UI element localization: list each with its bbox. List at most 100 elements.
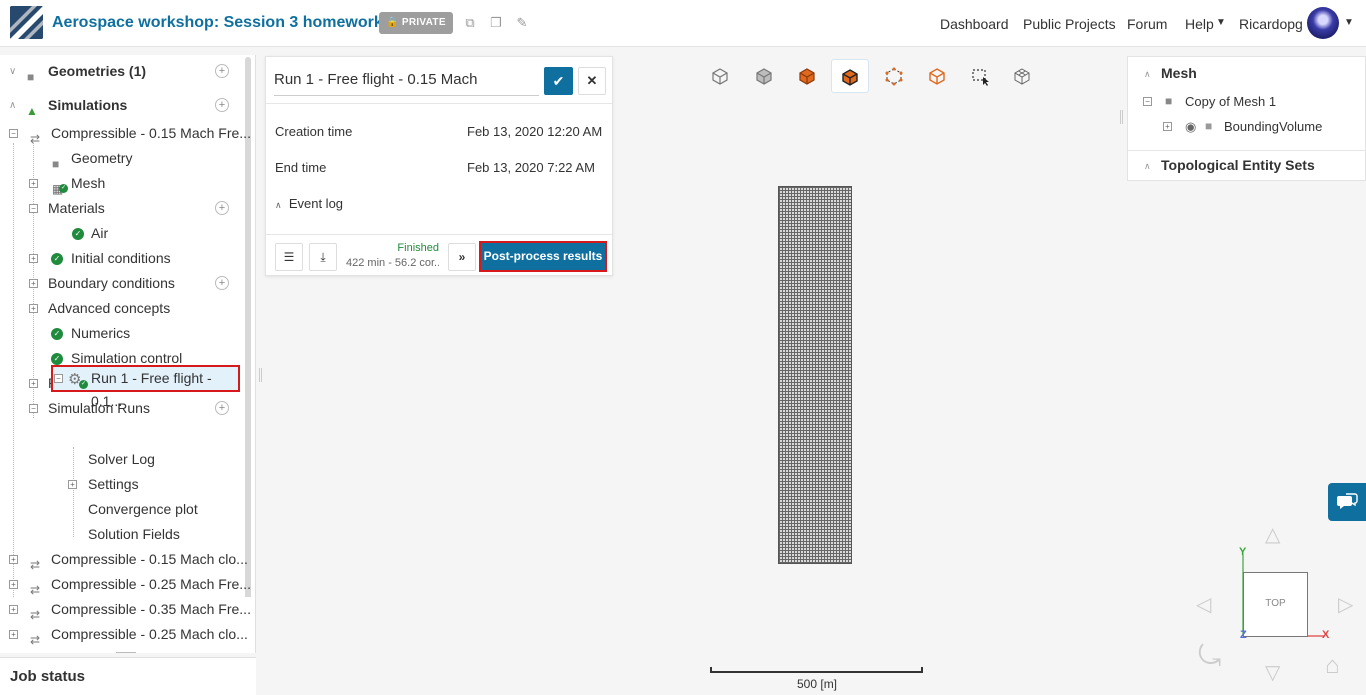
chevron-down-icon[interactable]: ▼ xyxy=(1344,17,1354,28)
tree-item-sim1[interactable]: − ⇄ Compressible - 0.15 Mach Fre... xyxy=(0,121,251,146)
panel-width-handle[interactable] xyxy=(259,368,262,382)
copy-icon[interactable]: ❐ xyxy=(488,15,504,31)
scene-item-bounding-volume[interactable]: BoundingVolume xyxy=(1224,119,1322,134)
points-render-icon[interactable] xyxy=(875,59,913,93)
collapse-icon[interactable]: − xyxy=(54,374,63,383)
job-status-title: Job status xyxy=(10,668,86,685)
tree-item-numerics[interactable]: ✓ Numerics xyxy=(0,321,238,346)
eye-icon[interactable]: ◉ xyxy=(1185,119,1196,135)
expand-icon[interactable]: + xyxy=(29,279,38,288)
tree-item-sim2[interactable]: + ⇄ Compressible - 0.15 Mach clo... xyxy=(0,547,248,572)
box-select-icon[interactable] xyxy=(961,59,999,93)
expand-icon[interactable]: + xyxy=(68,480,77,489)
rotate-left-arrow-icon[interactable]: ◁ xyxy=(1196,592,1211,617)
nav-help[interactable]: Help xyxy=(1185,16,1214,32)
tree-item-simulations[interactable]: ∧ ▲ Simulations + xyxy=(0,93,238,118)
rotate-up-arrow-icon[interactable]: △ xyxy=(1265,522,1280,547)
add-boundary-condition-button[interactable]: + xyxy=(215,276,229,290)
event-log-toggle[interactable]: ∧ Event log xyxy=(275,196,343,211)
scene-mesh-header[interactable]: Mesh xyxy=(1161,65,1197,81)
surface-edges-render-icon[interactable] xyxy=(831,59,869,93)
tree-item-sim5[interactable]: + ⇄ Compressible - 0.25 Mach clo... xyxy=(0,622,248,647)
add-simulation-button[interactable]: + xyxy=(215,98,229,112)
nav-forum[interactable]: Forum xyxy=(1127,16,1167,32)
scene-panel-resize-handle[interactable] xyxy=(1120,110,1123,124)
download-icon[interactable]: ⤓ xyxy=(309,243,337,271)
view-cube-solid-icon[interactable] xyxy=(745,59,783,93)
add-material-button[interactable]: + xyxy=(215,201,229,215)
tree-item-settings[interactable]: + Settings xyxy=(0,472,238,497)
divider xyxy=(266,234,612,235)
expand-icon[interactable]: + xyxy=(29,304,38,313)
chat-button[interactable] xyxy=(1328,483,1366,521)
close-button[interactable]: ✕ xyxy=(578,67,606,95)
tree-item-air[interactable]: ✓ Air xyxy=(0,221,238,246)
collapse-icon[interactable]: − xyxy=(9,129,18,138)
home-icon[interactable]: ⌂ xyxy=(1325,652,1340,680)
nav-dashboard[interactable]: Dashboard xyxy=(940,16,1009,32)
tree-label: Compressible - 0.35 Mach Fre... xyxy=(51,601,251,617)
tree-label: Run 1 - Free flight - 0.1... xyxy=(91,370,212,409)
tree-item-solver-log[interactable]: Solver Log xyxy=(0,447,238,472)
tree-item-mesh[interactable]: + ▦ ✓ Mesh xyxy=(0,171,238,196)
scene-topological-sets-header[interactable]: Topological Entity Sets xyxy=(1161,157,1315,173)
expand-icon[interactable]: + xyxy=(9,580,18,589)
expand-icon[interactable]: + xyxy=(9,630,18,639)
rotate-view-icon[interactable]: ⤿ xyxy=(1198,640,1221,673)
rotate-down-arrow-icon[interactable]: ▽ xyxy=(1265,660,1280,685)
nav-user[interactable]: Ricardopg xyxy=(1239,16,1303,32)
collapse-icon[interactable]: − xyxy=(1143,97,1152,106)
confirm-button[interactable]: ✔ xyxy=(544,67,573,95)
view-cube-wireframe-icon[interactable] xyxy=(701,59,739,93)
tree-item-initial-conditions[interactable]: + ✓ Initial conditions xyxy=(0,246,238,271)
tree-item-advanced-concepts[interactable]: + Advanced concepts xyxy=(0,296,238,321)
wireframe-render-icon[interactable] xyxy=(918,59,956,93)
chevron-right-icon[interactable]: ∨ xyxy=(9,59,16,84)
tree-item-geometry[interactable]: ■ Geometry xyxy=(0,146,238,171)
expand-icon[interactable]: + xyxy=(1163,122,1172,131)
expand-icon[interactable]: + xyxy=(29,379,38,388)
surface-render-icon[interactable] xyxy=(788,59,826,93)
scene-item-copy-of-mesh[interactable]: Copy of Mesh 1 xyxy=(1185,94,1276,109)
share-icon[interactable]: ⧉ xyxy=(462,15,478,31)
edit-icon[interactable]: ✎ xyxy=(514,15,530,31)
tree-item-run1[interactable]: − ⚙ ✓ Run 1 - Free flight - 0.1... xyxy=(51,365,240,409)
creation-time-value: Feb 13, 2020 12:20 AM xyxy=(467,124,603,139)
mesh-render[interactable] xyxy=(778,186,852,564)
chevron-down-icon[interactable]: ▼ xyxy=(1216,17,1226,28)
chevron-down-icon[interactable]: ∧ xyxy=(9,93,16,118)
chevron-up-icon[interactable]: ∧ xyxy=(1144,161,1151,172)
expand-icon[interactable]: + xyxy=(29,254,38,263)
tree-label: Compressible - 0.15 Mach Fre... xyxy=(51,125,251,141)
tree-item-materials[interactable]: − Materials + xyxy=(0,196,238,221)
tree-item-geometries[interactable]: ∨ ■ Geometries (1) + xyxy=(0,59,238,84)
double-chevron-right-icon[interactable]: » xyxy=(448,243,476,271)
collapse-icon[interactable]: − xyxy=(29,204,38,213)
job-status-panel[interactable]: Job status xyxy=(0,657,256,695)
tree-item-sim4[interactable]: + ⇄ Compressible - 0.35 Mach Fre... xyxy=(0,597,251,622)
mesh-clip-icon[interactable] xyxy=(1003,59,1041,93)
collapse-icon[interactable]: − xyxy=(29,404,38,413)
post-process-results-button[interactable]: Post-process results xyxy=(479,241,607,272)
rotate-right-arrow-icon[interactable]: ▷ xyxy=(1338,592,1353,617)
tree-item-solution-fields[interactable]: Solution Fields xyxy=(0,522,238,547)
tree-item-convergence-plot[interactable]: Convergence plot xyxy=(0,497,238,522)
tree-label: Solution Fields xyxy=(88,526,180,542)
tree-item-boundary-conditions[interactable]: + Boundary conditions + xyxy=(0,271,238,296)
chevron-up-icon[interactable]: ∧ xyxy=(1144,69,1151,80)
tree-label: Geometries (1) xyxy=(48,63,147,79)
simscale-logo[interactable] xyxy=(10,6,43,39)
expand-icon[interactable]: + xyxy=(9,555,18,564)
nav-public-projects[interactable]: Public Projects xyxy=(1023,16,1116,32)
run-name-input[interactable]: Run 1 - Free flight - 0.15 Mach xyxy=(274,66,539,96)
expand-icon[interactable]: + xyxy=(9,605,18,614)
tree-item-sim3[interactable]: + ⇄ Compressible - 0.25 Mach Fre... xyxy=(0,572,251,597)
tree-label: Boundary conditions xyxy=(48,275,175,291)
add-geometry-button[interactable]: + xyxy=(215,64,229,78)
list-icon[interactable]: ☰ xyxy=(275,243,303,271)
scene-tree-panel: ∧ Mesh − ■ Copy of Mesh 1 + ◉ ■ Bounding… xyxy=(1127,56,1366,181)
check-icon: ✓ xyxy=(51,353,63,365)
expand-icon[interactable]: + xyxy=(29,179,38,188)
tree-label: Advanced concepts xyxy=(48,300,171,316)
avatar[interactable] xyxy=(1307,7,1339,39)
